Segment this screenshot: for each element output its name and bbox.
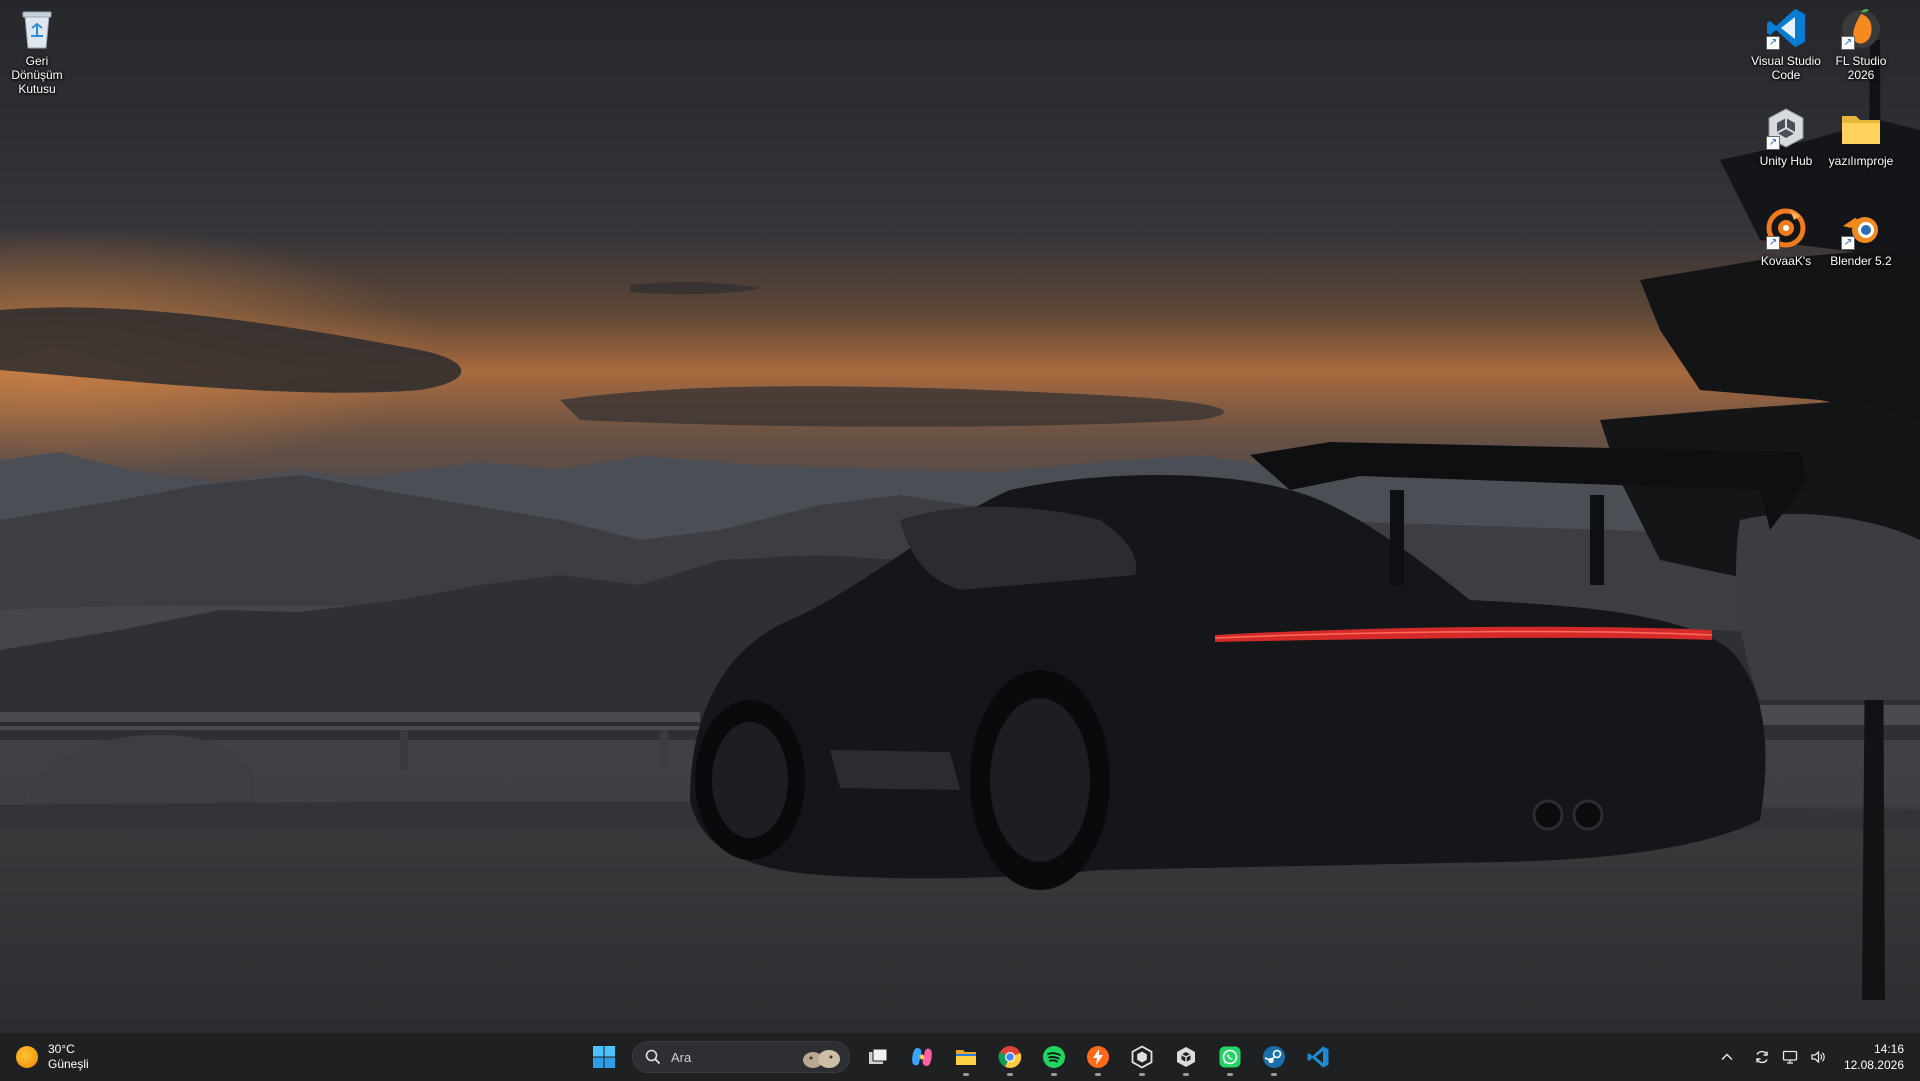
clock-time: 14:16 [1873,1042,1904,1056]
unity-hub-icon: ↗ [1764,106,1808,150]
copilot-icon [912,1048,932,1066]
vscode-icon: ↗ [1764,6,1808,50]
whatsapp-icon [1219,1046,1241,1068]
weather-temperature: 30°C [48,1042,75,1056]
desktop-icon-label: FL Studio 2026 [1835,54,1887,82]
volume-icon [1811,1050,1825,1064]
taskbar-search[interactable] [632,1041,850,1073]
kovaaks-icon: ↗ [1764,206,1808,250]
network-icon [1782,1050,1798,1064]
file-explorer-icon [956,1050,976,1065]
wallpaper-image [0,0,1920,1032]
folder-icon [1839,106,1883,150]
running-indicator [1095,1073,1101,1076]
steam-icon [1263,1046,1285,1068]
weather-condition: Güneşli [48,1057,89,1071]
task-view-icon [869,1048,888,1064]
steam-button[interactable] [1254,1037,1294,1077]
desktop-icon-fl-studio[interactable]: ↗ FL Studio 2026 [1824,6,1898,82]
sun-icon [16,1046,38,1068]
clock-date: 12.08.2026 [1843,1058,1904,1072]
desktop-icon-blender[interactable]: ↗ Blender 5.2 [1824,206,1898,268]
running-indicator [1227,1073,1233,1076]
recycle-bin-icon [15,6,59,50]
shortcut-arrow-icon: ↗ [1766,36,1780,50]
vscode-icon [1307,1046,1329,1068]
unity-icon [1177,1047,1195,1067]
shortcut-arrow-icon: ↗ [1841,236,1855,250]
desktop-icon-kovaaks[interactable]: ↗ KovaaK's [1749,206,1823,268]
vscode-taskbar-button[interactable] [1298,1037,1338,1077]
chrome-icon [998,1046,1022,1068]
desktop-wallpaper [0,0,1920,1032]
desktop-icon-label: Visual Studio Code [1751,54,1821,82]
spotify-button[interactable] [1034,1037,1074,1077]
chrome-button[interactable] [990,1037,1030,1077]
running-indicator [1271,1073,1277,1076]
search-icon [645,1049,661,1065]
weather-widget[interactable]: 30°C Güneşli [16,1041,89,1073]
clock-button[interactable]: 14:16 12.08.2026 [1844,1041,1904,1073]
start-button[interactable] [584,1037,624,1077]
blender-icon: ↗ [1839,206,1883,250]
desktop-icon-folder[interactable]: yazılımproje [1824,106,1898,168]
lightning-icon [1087,1046,1109,1068]
search-highlight-icon [803,1050,840,1068]
chevron-up-icon [1721,1053,1733,1061]
file-explorer-button[interactable] [946,1037,986,1077]
network-tray-button[interactable] [1777,1041,1803,1073]
running-indicator [1139,1073,1145,1076]
unity-hub-taskbar-button[interactable] [1122,1037,1162,1077]
sync-icon [1756,1050,1768,1064]
running-indicator [1183,1073,1189,1076]
taskbar: 30°C Güneşli Ara 14:16 12.08.2026 [0,1032,1920,1081]
copilot-button[interactable] [902,1037,942,1077]
sync-tray-button[interactable] [1749,1041,1775,1073]
task-view-button[interactable] [858,1037,898,1077]
shortcut-arrow-icon: ↗ [1841,36,1855,50]
desktop-icon-label: KovaaK's [1760,254,1812,268]
search-input[interactable] [669,1048,793,1066]
running-indicator [1007,1073,1013,1076]
running-indicator [1051,1073,1057,1076]
fl-studio-icon: ↗ [1839,6,1883,50]
desktop-icon-label: Unity Hub [1759,154,1813,168]
desktop-icon-label: Geri Dönüşüm Kutusu [11,54,63,96]
lightning-app-button[interactable] [1078,1037,1118,1077]
desktop-icon-vscode[interactable]: ↗ Visual Studio Code [1749,6,1823,82]
volume-tray-button[interactable] [1805,1041,1831,1073]
unity-button[interactable] [1166,1037,1206,1077]
system-tray: 14:16 12.08.2026 [1713,1033,1920,1081]
desktop-icon-label: yazılımproje [1828,154,1894,168]
whatsapp-button[interactable] [1210,1037,1250,1077]
windows-start-icon [593,1046,615,1068]
unity-hub-icon [1131,1045,1153,1069]
show-hidden-icons-button[interactable] [1714,1041,1740,1073]
desktop-icon-unity-hub[interactable]: ↗ Unity Hub [1749,106,1823,168]
desktop-icon-label: Blender 5.2 [1830,254,1892,268]
running-indicator [963,1073,969,1076]
shortcut-arrow-icon: ↗ [1766,236,1780,250]
spotify-icon [1043,1046,1065,1068]
taskbar-center-apps [582,1037,1340,1077]
shortcut-arrow-icon: ↗ [1766,136,1780,150]
desktop-icon-recycle-bin[interactable]: Geri Dönüşüm Kutusu [0,6,74,96]
